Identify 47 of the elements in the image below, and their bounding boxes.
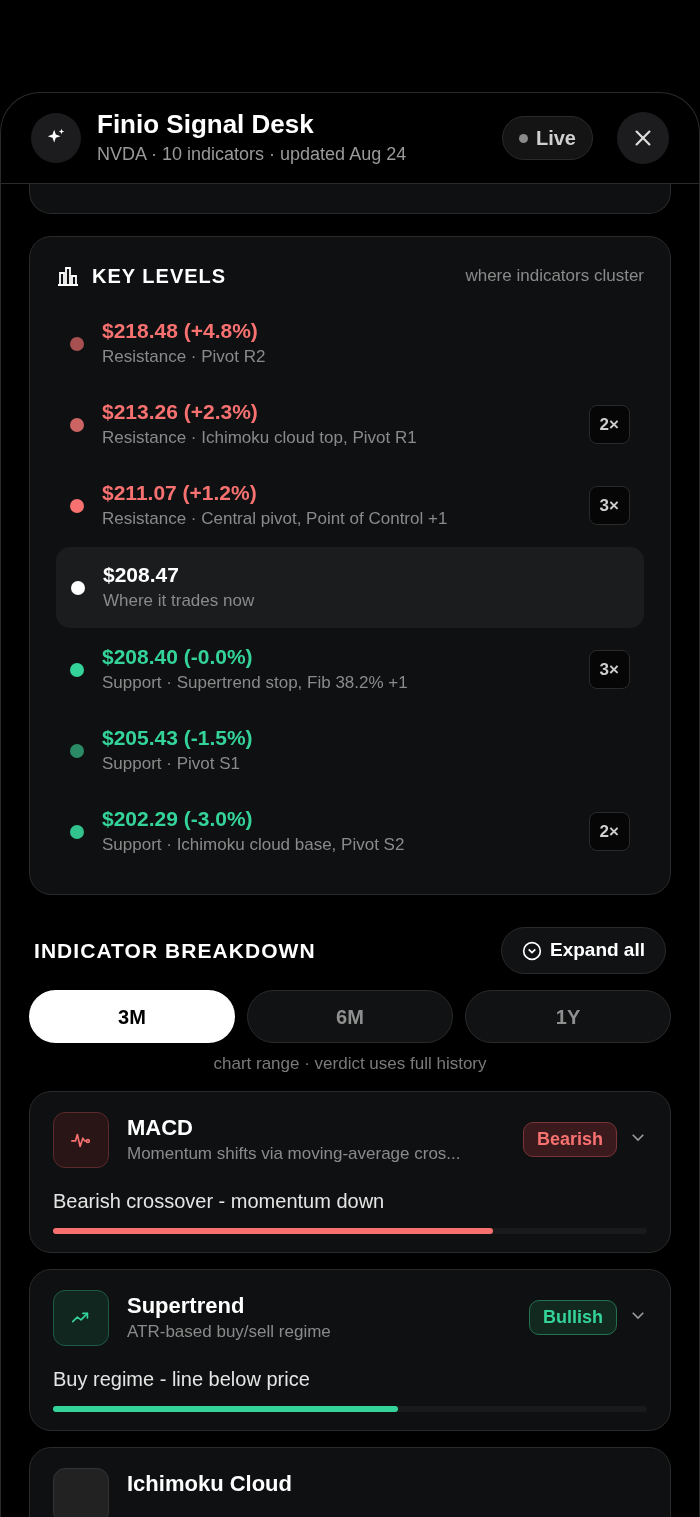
level-detail: Where it trades now [103,589,256,612]
level-price: $205.43 (-1.5%) [102,724,254,751]
expand-all-button[interactable]: Expand all [500,927,666,974]
indicator-signal: Bearish crossover - momentum down [53,1188,385,1214]
range-tab[interactable]: 1Y [465,990,671,1043]
range-tab[interactable]: 3M [29,990,235,1043]
range-tab[interactable]: 6M [247,990,453,1043]
indicator-card[interactable]: Supertrend ATR-based buy/sell regime Bullish Buy regime - line below price [29,1268,671,1431]
level-price: $202.29 (-3.0%) [102,805,254,832]
indicator-card[interactable]: MACD Momentum shifts via moving-average cros... Bearish Bearish crossover - momentum down [29,1090,671,1253]
level-price: $218.48 (+4.8%) [102,317,259,344]
indicator-description: ATR-based buy/sell regime [127,1321,332,1343]
level-price: $211.07 (+1.2%) [102,479,258,506]
range-caption: chart range · verdict uses full history [213,1053,487,1075]
level-price: $208.40 (-0.0%) [102,643,254,670]
level-detail: Resistance · Pivot R2 [102,345,267,368]
indicator-card[interactable]: Ichimoku Cloud [29,1446,671,1517]
sparkles-icon [31,113,81,163]
close-button[interactable] [617,112,669,164]
section-hint: where indicators cluster [465,265,644,288]
level-price: $213.26 (+2.3%) [102,398,259,425]
chevron-circle-icon [521,940,542,961]
indicator-name: Ichimoku Cloud [127,1469,293,1497]
indicator-icon-tile [53,1467,109,1517]
verdict-badge: Bullish [529,1299,617,1335]
level-price: $208.47 [103,561,180,588]
indicator-name: MACD [127,1113,194,1141]
level-detail: Support · Pivot S1 [102,752,241,775]
level-detail: Resistance · Central pivot, Point of Control +1 [102,507,449,530]
section-title: INDICATOR BREAKDOWN [34,937,316,964]
confluence-badge: 3× [588,649,630,690]
indicator-name: Supertrend [127,1291,246,1319]
indicator-description: Momentum shifts via moving-average cros... [127,1143,462,1165]
status-label: Live [535,126,576,151]
level-detail: Support · Supertrend stop, Fib 38.2% +1 [102,671,409,694]
close-icon [632,127,654,149]
app-subtitle: NVDA · 10 indicators · updated Aug 24 [97,142,408,166]
verdict-badge: Bearish [522,1121,617,1157]
level-detail: Resistance · Ichimoku cloud top, Pivot R1 [102,426,418,449]
indicator-signal: Buy regime - line below price [53,1366,310,1392]
section-title: KEY LEVELS [92,264,227,289]
confluence-badge: 3× [588,485,630,526]
level-detail: Support · Ichimoku cloud base, Pivot S2 [102,833,406,856]
confluence-badge: 2× [588,404,630,445]
app-title: Finio Signal Desk [97,108,315,141]
bar-chart-icon [56,265,80,287]
confluence-badge: 2× [588,811,630,852]
